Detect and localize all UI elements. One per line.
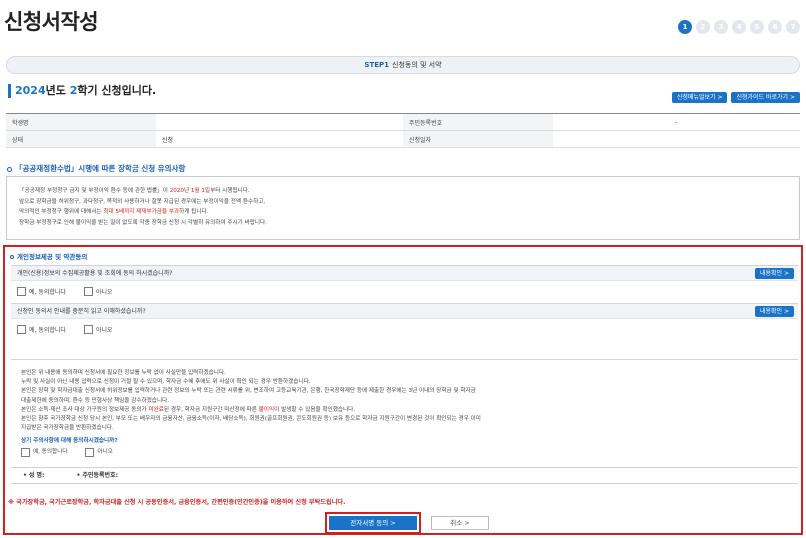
agree-label-2: 예, 동의합니다 [29,327,66,334]
step-4: 4 [732,20,746,34]
step-label: 신청동의 및 서약 [392,61,442,69]
status-value: 신청 [156,130,403,148]
pledge-question: 상기 주의사항에 대해 동의하시겠습니까? [21,438,118,445]
semester-year: 2024 [15,84,46,97]
notice-line: 악의적인 부정청구 행위에 대해서는 최대 5배까지 제재부가금을 부과하게 됩… [19,207,787,218]
pledge-line: 본인은 향후 국가장학금 신청 당시 본인, 부모 또는 배우자의 금융자산, … [21,416,481,423]
step-1: 1 [678,20,692,34]
semester-title: 2024년도 2학기 신청입니다. [8,84,156,98]
e-sign-agree-button[interactable]: 전자서명 동의 > [329,516,417,530]
table-row: 학생명 주민등록번호 - [6,113,800,131]
semester-term-suffix: 학기 신청입니다. [77,84,157,97]
apply-date-value [553,130,800,148]
disagree-checkbox-1[interactable] [83,287,93,296]
pledge-line: 본인은 위 내용에 동의하며 신청서에 필요한 정보를 누락 없이 사실만을 입… [21,370,226,376]
step-7: 7 [786,20,800,34]
step-2: 2 [696,20,710,34]
signer-name-label: • 성 명: [23,472,45,479]
signer-rrn-label: • 주민등록번호: [76,472,118,479]
step-banner: STEP1 신청동의 및 서약 [6,56,800,74]
pledge-text: 이 발생할 수 있음을 확인했습니다. [274,406,356,413]
cancel-button[interactable]: 취소 > [431,516,489,530]
student-name-label: 학생명 [6,113,156,131]
pledge-text: 본인은 소득·재산 조사 대상 가구원의 정보제공 동의가 [21,406,149,413]
pledge-text: 된 경우, 학자금 지원구간 미산정에 따른 [163,406,259,413]
notice-line: 장학금 부정청구로 인해 불이익을 받는 일이 없도록 각종 장학금 신청 시 … [19,219,267,226]
disagree-label-1: 아니오 [95,289,113,296]
disagree-label-2: 아니오 [95,327,113,334]
pledge-line: 본인은 장학 및 학자금대출 신청서에 허위정보를 입력하거나 관련 정보의 누… [21,388,476,395]
answer-row-1: 예, 동의합니다 아니오 [17,287,113,296]
disagree-label-3: 아니오 [97,448,113,455]
question-2-text: 신청인 동의서 안내를 충분히 읽고 이해하셨습니까? [17,308,146,315]
rrn-value: - [553,113,800,131]
status-label: 상태 [6,130,156,148]
notice-text: 하게 됩니다. [179,209,209,215]
circle-bullet-icon [10,255,14,259]
notice-text: 악의적인 부정청구 행위에 대해서는 [19,209,104,215]
notice-box: 「공공재정 부정청구 금지 및 부정이익 환수 등에 관한 법률」이 2020년… [6,176,800,240]
step-indicator: 1 2 3 4 5 6 7 [678,20,800,34]
detail-button-1[interactable]: 내용확인 > [754,268,794,279]
circle-bullet-icon [7,166,12,172]
detail-button-2[interactable]: 내용확인 > [754,306,794,317]
signer-info-row: • 성 명: • 주민등록번호: [11,467,798,484]
notice-line: 「공공재정 부정청구 금지 및 부정이익 환수 등에 관한 법률」이 2020년… [19,186,787,197]
step-number: STEP1 [364,61,390,69]
consent-question-1: 개인(신용)정보의 수집제공활용 및 조회에 동의 하시겠습니까? 내용확인 > [11,265,798,281]
answer-row-3: 예, 동의합니다 아니오 [21,447,788,457]
disagree-checkbox-2[interactable] [83,325,93,334]
top-button-group: 신청메뉴얼보기 > 신청가이드 바로가기 > [671,92,800,103]
notice-heading: 「공공재정환수법」시행에 따른 장학금 신청 유의사항 [7,163,185,174]
agree-checkbox-1[interactable] [17,287,26,296]
applicant-info-table: 학생명 주민등록번호 - 상태 신청 신청일자 [6,113,800,148]
consent-heading-text: 개인정보제공 및 약관동의 [17,253,88,261]
consent-heading: 개인정보제공 및 약관동의 [10,251,87,261]
bottom-button-group: 전자서명 동의 > 취소 > [325,512,489,534]
question-1-text: 개인(신용)정보의 수집제공활용 및 조회에 동의 하시겠습니까? [17,270,173,277]
pledge-line: 지급받은 국가장학금을 반환하겠습니다. [21,425,114,432]
apply-date-label: 신청일자 [403,130,553,148]
agree-checkbox-2[interactable] [17,325,26,334]
notice-line: 앞으로 장학금을 허위청구, 과다청구, 목적외 사용하거나 잘못 지급된 경우… [19,198,266,205]
consent-question-2: 신청인 동의서 안내를 충분히 읽고 이해하셨습니까? 내용확인 > [11,303,798,319]
sign-button-highlight: 전자서명 동의 > [325,512,421,534]
step-6: 6 [768,20,782,34]
step-5: 5 [750,20,764,34]
pledge-line: 누락 및 사실이 아닌 내용 입력으로 신청이 거절 될 수 있으며, 학자금 … [21,379,311,386]
notice-heading-text: 「공공재정환수법」시행에 따른 장학금 신청 유의사항 [15,164,186,173]
pledge-line: 대출제한에 동의하며, 환수 등 민형사상 책임을 감수하겠습니다. [21,397,170,404]
answer-row-2: 예, 동의합니다 아니오 [17,325,113,334]
agree-checkbox-3[interactable] [21,447,30,457]
manual-button[interactable]: 신청메뉴얼보기 > [671,92,728,103]
notice-text: 부터 시행됩니다. [210,188,250,194]
page-title: 신청서작성 [4,10,99,34]
guide-button[interactable]: 신청가이드 바로가기 > [731,92,800,103]
pledge-highlight: 미완료 [148,406,164,413]
student-name-value [156,113,403,131]
agree-label-1: 예, 동의합니다 [29,289,66,296]
notice-text: 「공공재정 부정청구 금지 및 부정이익 환수 등에 관한 법률」이 [19,188,170,194]
rrn-label: 주민등록번호 [403,113,553,131]
pledge-line: 본인은 소득·재산 조사 대상 가구원의 정보제공 동의가 미완료된 경우, 학… [21,406,788,415]
disagree-checkbox-3[interactable] [85,447,95,457]
agree-label-3: 예, 동의합니다 [33,448,68,455]
notice-date-highlight: 2020년 1월 1일 [169,188,211,194]
semester-year-suffix: 년도 [45,84,70,97]
pledge-highlight: 불이익 [258,406,275,413]
step-3: 3 [714,20,728,34]
table-row: 상태 신청 신청일자 [6,130,800,148]
consent-section: 개인정보제공 및 약관동의 개인(신용)정보의 수집제공활용 및 조회에 동의 … [3,245,803,535]
certificate-warning: ※ 국가장학금, 국가근로장학금, 학자금대출 신청 시 공동인증서, 금융인증… [8,499,346,506]
notice-penalty-highlight: 최대 5배까지 제재부가금을 부과 [103,209,180,215]
